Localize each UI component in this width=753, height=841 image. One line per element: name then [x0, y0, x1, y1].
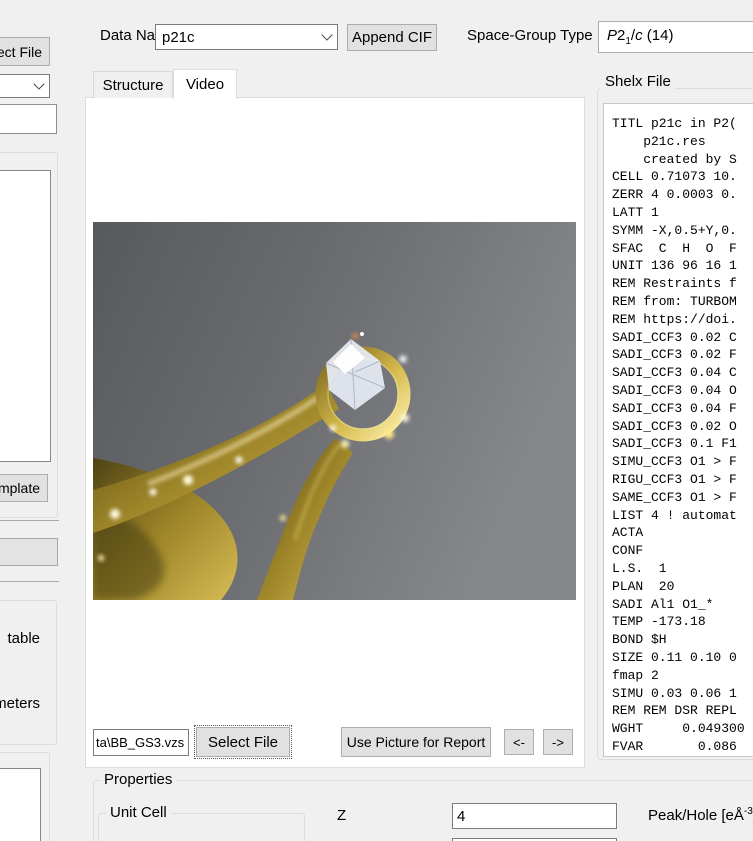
video-file-path-field[interactable]	[93, 729, 189, 756]
tab-video[interactable]: Video	[173, 69, 237, 99]
z-label: Z	[337, 807, 346, 824]
tab-structure[interactable]: Structure	[93, 71, 173, 98]
sidebar-wide-button[interactable]	[0, 538, 58, 566]
select-file-button[interactable]: Select File	[196, 727, 290, 757]
shelx-file-text[interactable]: TITL p21c in P2( p21c.res created by S C…	[603, 103, 753, 757]
space-group-value: P21/c (14)	[607, 27, 673, 47]
z-value-field[interactable]	[452, 803, 617, 829]
sidebar-divider-bottom	[0, 581, 59, 582]
sidebar-label-table: table	[0, 630, 40, 647]
sidebar-label-meters: meters	[0, 695, 40, 712]
space-group-field[interactable]: P21/c (14)	[598, 21, 753, 53]
shelx-group-title: Shelx File	[601, 73, 675, 90]
data-name-combobox-value: p21c	[162, 29, 195, 46]
chevron-down-icon	[33, 78, 44, 89]
space-group-type-label: Space-Group Type	[467, 27, 593, 44]
sidebar-text-field[interactable]	[0, 104, 57, 134]
data-name-combobox[interactable]: p21c	[155, 24, 338, 50]
chevron-down-icon	[321, 29, 332, 40]
sidebar-divider-top	[0, 520, 59, 521]
sidebar-lower-group-box	[0, 600, 57, 745]
unit-cell-group-title: Unit Cell	[106, 804, 171, 821]
app-window: ect File mplate table meters Data Name p…	[0, 0, 753, 841]
previous-picture-button[interactable]: <-	[504, 729, 534, 755]
next-picture-button[interactable]: ->	[543, 729, 573, 755]
append-cif-button[interactable]: Append CIF	[347, 24, 437, 51]
sidebar-bottom-list[interactable]	[0, 768, 41, 841]
peak-hole-label: Peak/Hole [eÅ-3]	[648, 806, 753, 824]
properties-group-title: Properties	[100, 771, 176, 788]
sidebar-select-file-button[interactable]: ect File	[0, 37, 50, 66]
crystal-photo	[93, 222, 576, 600]
sidebar-template-button[interactable]: mplate	[0, 474, 48, 502]
sidebar-combobox[interactable]	[0, 74, 50, 98]
sidebar-list-box[interactable]	[0, 170, 51, 462]
use-picture-for-report-button[interactable]: Use Picture for Report	[341, 727, 491, 757]
